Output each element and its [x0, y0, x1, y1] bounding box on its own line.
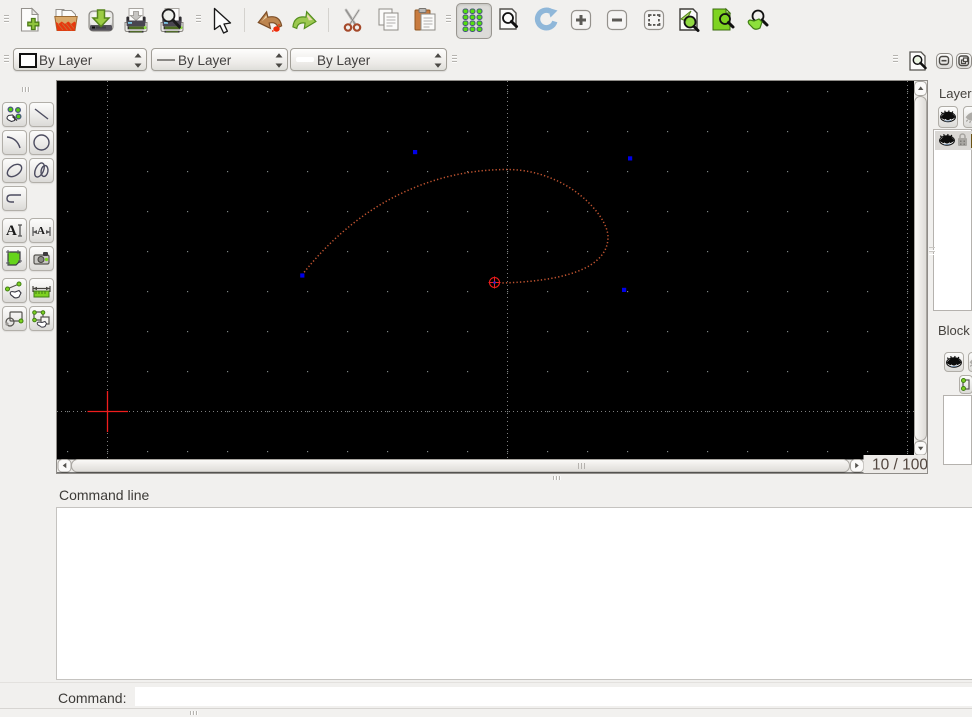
svg-text:A: A	[37, 225, 45, 237]
svg-text:10 / 100: 10 / 100	[872, 457, 927, 474]
svg-text:A: A	[6, 223, 17, 239]
